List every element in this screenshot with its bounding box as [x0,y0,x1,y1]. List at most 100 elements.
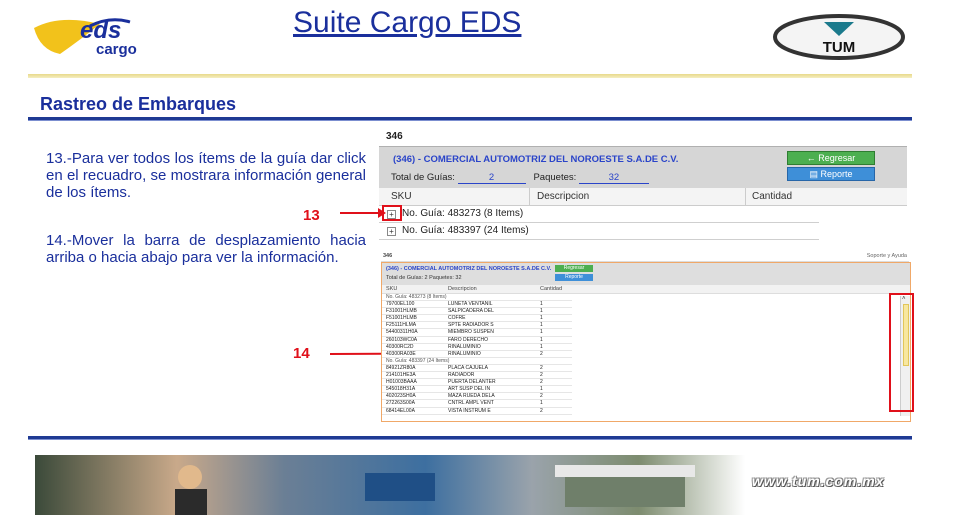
mini-item-row: 260103WC0A FARO DERECHO 1 [382,337,572,344]
section-title: Rastreo de Embarques [40,94,237,114]
callout-13-label: 13 [303,207,320,224]
mini-cant-cell: 2 [540,350,543,357]
mini-panel-topbar: 346 Soporte y Ayuda [381,252,909,262]
mini-item-row: 79700EL100 LUNETA VENTANIL 1 [382,301,572,309]
document-icon: ▤ [809,169,818,179]
mini-desc-cell: RINALUMINIO [448,350,481,357]
mini-cant-cell: 1 [540,343,543,350]
expand-plus-icon[interactable]: + [387,227,396,236]
mini-sku-cell: 272263S00A [386,400,415,407]
mini-desc-cell: COFRE [448,315,466,322]
shipment-panel-zoomed: (346) - COMERCIAL AUTOMOTRIZ DEL NOROEST… [379,146,907,242]
totals-line: Total de Guías: 2 Paquetes: 32 [391,172,649,184]
mini-item-row: 40300RC2D RINALUMINIO 1 [382,344,572,351]
mini-column-cantidad[interactable]: Cantidad [540,286,562,292]
mini-item-row: 84921ZR80A PLACA CAJUELA 2 [382,364,572,373]
column-cantidad[interactable]: Cantidad [752,191,792,202]
mini-desc-cell: RINALUMINIO [448,343,481,350]
mini-sku-cell: F31001HLMB [386,308,417,315]
svg-text:cargo: cargo [96,41,137,58]
svg-text:eds: eds [80,17,121,44]
column-header-row: SKU Descripcion Cantidad [379,188,907,206]
mini-sku-cell: 545018H31A [386,386,416,393]
mini-desc-cell: SALPICADERA DEL [448,308,494,315]
svg-text:TUM: TUM [823,39,856,56]
mini-desc-cell: SPTE RADIADOR S [448,322,494,329]
mini-sku-cell: 54400311H0A [386,329,418,336]
mini-sku-cell: 402023SH0A [386,393,416,400]
mini-desc-cell: PUERTA DELANTER [448,379,496,386]
mini-group-row[interactable]: No. Guía: 483273 (8 Items) [382,294,572,302]
mini-cant-cell: 1 [540,322,543,329]
mini-item-row: 214101HE3A RADIADOR 2 [382,372,572,380]
highlight-box-14 [889,293,914,412]
mini-help-link[interactable]: Soporte y Ayuda [867,253,907,259]
mini-sku-cell: 40300RA03E [386,350,416,357]
regresar-label: Regresar [818,153,856,163]
mini-column-sku[interactable]: SKU [386,286,397,292]
mini-cant-cell: 1 [540,400,543,407]
mini-desc-cell: FARO DERECHO [448,336,489,343]
mini-group-label: No. Guía: 483273 (8 Items) [386,294,447,300]
mini-cant-cell: 2 [540,364,543,371]
mini-cant-cell: 1 [540,336,543,343]
mini-reporte-button[interactable]: Reporte [555,274,593,281]
mini-cant-cell: 1 [540,301,543,308]
mini-cant-cell: 2 [540,407,543,414]
mini-desc-cell: PLACA CAJUELA [448,364,489,371]
panel-header: (346) - COMERCIAL AUTOMOTRIZ DEL NOROEST… [379,146,907,188]
mini-item-row: 40300RA03E RINALUMINIO 2 [382,351,572,358]
header-divider [28,74,912,78]
mini-cant-cell: 2 [540,379,543,386]
paquetes-label: Paquetes: [533,172,577,183]
reporte-button[interactable]: ▤ Reporte [787,167,875,181]
mini-item-row: F51001HLMB COFRE 1 [382,315,572,323]
mini-column-descripcion[interactable]: Descripcion [448,286,477,292]
mini-item-row: H01003BAAA PUERTA DELANTER 2 [382,379,572,387]
mini-cant-cell: 2 [540,372,543,379]
mini-regresar-button[interactable]: Regresar [555,265,593,272]
arrow-left-icon: ← [806,153,816,163]
mini-sku-cell: 260103WC0A [386,336,418,343]
column-descripcion[interactable]: Descripcion [537,191,589,202]
reporte-label: Reporte [820,169,853,179]
regresar-button[interactable]: ← Regresar [787,151,875,165]
mini-group-row[interactable]: No. Guía: 483397 (24 Items) [382,358,572,365]
column-divider [529,188,530,206]
group-row[interactable]: + No. Guía: 483397 (24 Items) [379,223,819,240]
mini-sku-cell: 79700EL100 [386,301,415,308]
mini-sku-cell: 84921ZR80A [386,364,416,371]
footer-website[interactable]: www.tum.com.mx [752,473,885,489]
mini-desc-cell: CNTRL AMPL VENT [448,400,494,407]
mini-item-list: No. Guía: 483273 (8 Items) 79700EL100 LUNE… [382,294,572,415]
mini-item-row: F25111HLMA SPTE RADIADOR S 1 [382,322,572,330]
slide-title: Suite Cargo EDS [293,6,522,39]
mini-cant-cell: 1 [540,329,543,336]
mini-sku-cell: H01003BAAA [386,379,417,386]
section-divider [28,117,912,121]
mini-totals-line: Total de Guías: 2 Paquetes: 32 [386,275,462,281]
mini-sku-cell: 40300RC2D [386,343,414,350]
mini-desc-cell: LUNETA VENTANIL [448,301,493,308]
total-guias-label: Total de Guías: [391,172,455,183]
mini-desc-cell: VISTA INSTRUM E [448,407,491,414]
tum-logo: TUM [772,14,906,60]
mini-cant-cell: 2 [540,393,543,400]
mini-desc-cell: RADIADOR [448,372,475,379]
mini-cant-cell: 1 [540,308,543,315]
mini-sku-cell: F25111HLMA [386,322,417,329]
instruction-step-13: 13.-Para ver todos los ítems de la guía … [46,150,366,201]
mini-panel-header: (346) - COMERCIAL AUTOMOTRIZ DEL NOROEST… [382,263,910,285]
mini-company-name: (346) - COMERCIAL AUTOMOTRIZ DEL NOROEST… [386,266,552,272]
mini-desc-cell: MAZA RUEDA DELA [448,393,495,400]
mini-desc-cell: MIEMBRO SUSPEN [448,329,494,336]
mini-desc-cell: ART SUSP DEL IN [448,386,491,393]
mini-item-row: 272263S00A CNTRL AMPL VENT 1 [382,400,572,408]
group-row[interactable]: + No. Guía: 483273 (8 Items) [379,206,819,223]
column-sku[interactable]: SKU [391,191,412,202]
mini-sku-cell: F51001HLMB [386,315,417,322]
footer-divider [28,436,912,440]
mini-item-row: F31001HLMB SALPICADERA DEL 1 [382,308,572,316]
company-name: (346) - COMERCIAL AUTOMOTRIZ DEL NOROEST… [393,154,679,165]
panel-id-label: 346 [386,131,403,142]
